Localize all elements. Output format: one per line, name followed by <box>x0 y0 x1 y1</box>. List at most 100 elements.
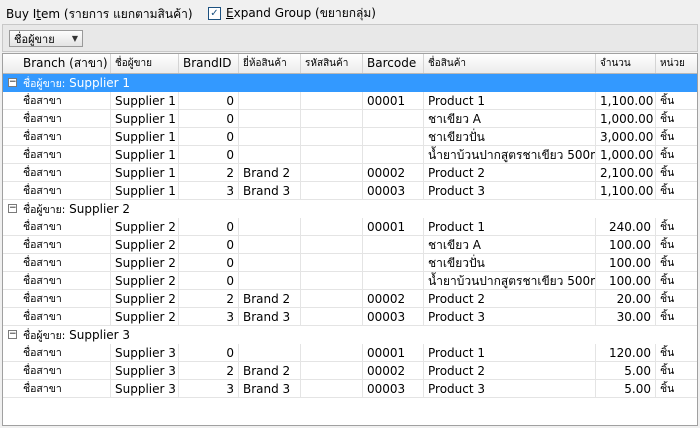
cell-col-product-code <box>301 146 363 164</box>
cell-col-branch: ชื่อสาขา <box>3 164 111 182</box>
cell-col-product-name: ชาเขียว A <box>424 110 596 128</box>
cell-col-product-code <box>301 92 363 110</box>
table-row[interactable]: ชื่อสาขา Supplier 1 0 น้ำยาบ้วนปากสูตรชาเขี… <box>3 146 697 164</box>
cell-col-supplier-name: Supplier 3 <box>111 362 179 380</box>
cell-col-unit: ชิ้น <box>656 164 697 182</box>
cell-col-branch: ชื่อสาขา <box>3 218 111 236</box>
table-row[interactable]: ชื่อสาขา Supplier 3 0 00001 Product 1 120.00 ช… <box>3 344 697 362</box>
cell-col-supplier-name: Supplier 1 <box>111 92 179 110</box>
group-row-label: ชื่อผู้ขาย: Supplier 2 <box>23 202 131 216</box>
table-row[interactable]: ชื่อสาขา Supplier 1 0 ชาเขียว A 1,000.00 ชิ้น <box>3 110 697 128</box>
table-row[interactable]: ชื่อสาขา Supplier 1 0 ชาเขียวปั่น 3,000.00 ชิ… <box>3 128 697 146</box>
cell-col-product-name: Product 3 <box>424 182 596 200</box>
column-header-col-product-name[interactable]: ชื่อสินค้า <box>424 54 596 73</box>
group-by-chip-supplier[interactable]: ชื่อผู้ขาย ▼ <box>9 30 83 47</box>
table-row[interactable]: ชื่อสาขา Supplier 2 3 Brand 3 00003 Product 3… <box>3 308 697 326</box>
cell-col-branch: ชื่อสาขา <box>3 110 111 128</box>
table-row[interactable]: ชื่อสาขา Supplier 2 0 00001 Product 1 240.00 ช… <box>3 218 697 236</box>
expand-group-checkbox[interactable]: ✓ Expand Group (ขยายกลุ่ม) <box>208 4 376 23</box>
group-row[interactable]: − ชื่อผู้ขาย: Supplier 1 <box>3 74 697 92</box>
table-row[interactable]: ชื่อสาขา Supplier 1 2 Brand 2 00002 Product 2… <box>3 164 697 182</box>
cell-col-product-code <box>301 362 363 380</box>
cell-col-barcode <box>363 254 424 272</box>
cell-col-unit: ชิ้น <box>656 380 697 398</box>
table-row[interactable]: ชื่อสาขา Supplier 2 2 Brand 2 00002 Product 2… <box>3 290 697 308</box>
column-header-col-supplier-name[interactable]: ชื่อผู้ขาย <box>111 54 179 73</box>
cell-col-product-name: Product 1 <box>424 344 596 362</box>
cell-col-barcode: 00001 <box>363 218 424 236</box>
cell-col-unit: ชิ้น <box>656 128 697 146</box>
cell-col-branch: ชื่อสาขา <box>3 290 111 308</box>
group-row-label: ชื่อผู้ขาย: Supplier 3 <box>23 328 131 342</box>
cell-col-unit: ชิ้น <box>656 362 697 380</box>
cell-col-barcode <box>363 146 424 164</box>
cell-col-brand-name: Brand 3 <box>239 308 301 326</box>
cell-col-unit: ชิ้น <box>656 92 697 110</box>
column-header-col-barcode[interactable]: Barcode <box>363 54 424 73</box>
table-row[interactable]: ชื่อสาขา Supplier 2 0 น้ำยาบ้วนปากสูตรชาเขี… <box>3 272 697 290</box>
table-row[interactable]: ชื่อสาขา Supplier 1 3 Brand 3 00003 Product 3… <box>3 182 697 200</box>
cell-col-quantity: 100.00 <box>596 272 656 290</box>
column-header-col-branch[interactable]: Branch (สาขา) <box>3 54 111 73</box>
group-by-panel: ชื่อผู้ขาย ▼ <box>2 24 698 52</box>
column-header-col-brand-id[interactable]: BrandID <box>179 54 239 73</box>
table-row[interactable]: ชื่อสาขา Supplier 3 2 Brand 2 00002 Product 2… <box>3 362 697 380</box>
cell-col-barcode <box>363 236 424 254</box>
cell-col-product-name: Product 3 <box>424 380 596 398</box>
cell-col-product-name: Product 1 <box>424 92 596 110</box>
table-row[interactable]: ชื่อสาขา Supplier 2 0 ชาเขียวปั่น 100.00 ชิ้น <box>3 254 697 272</box>
cell-col-brand-id: 0 <box>179 254 239 272</box>
collapse-icon[interactable]: − <box>8 330 17 339</box>
cell-col-brand-id: 0 <box>179 128 239 146</box>
group-row[interactable]: − ชื่อผู้ขาย: Supplier 3 <box>3 326 697 344</box>
cell-col-brand-id: 2 <box>179 164 239 182</box>
cell-col-barcode <box>363 110 424 128</box>
collapse-icon[interactable]: − <box>8 78 17 87</box>
cell-col-product-name: Product 2 <box>424 290 596 308</box>
cell-col-product-name: น้ำยาบ้วนปากสูตรชาเขียว 500ml <box>424 146 596 164</box>
cell-col-unit: ชิ้น <box>656 254 697 272</box>
column-header-col-brand-name[interactable]: ยี่ห้อสินค้า <box>239 54 301 73</box>
table-row[interactable]: ชื่อสาขา Supplier 1 0 00001 Product 1 1,100.0… <box>3 92 697 110</box>
cell-col-product-code <box>301 236 363 254</box>
cell-col-product-name: ชาเขียว A <box>424 236 596 254</box>
group-row[interactable]: − ชื่อผู้ขาย: Supplier 2 <box>3 200 697 218</box>
cell-col-supplier-name: Supplier 2 <box>111 272 179 290</box>
cell-col-product-code <box>301 254 363 272</box>
cell-col-brand-id: 2 <box>179 362 239 380</box>
cell-col-branch: ชื่อสาขา <box>3 308 111 326</box>
grid-header: Branch (สาขา) ชื่อผู้ขาย BrandID ยี่ห้อสินค… <box>3 54 697 74</box>
cell-col-branch: ชื่อสาขา <box>3 92 111 110</box>
cell-col-supplier-name: Supplier 1 <box>111 110 179 128</box>
checkbox-check-icon[interactable]: ✓ <box>208 7 221 20</box>
cell-col-brand-name <box>239 344 301 362</box>
cell-col-product-name: Product 3 <box>424 308 596 326</box>
cell-col-branch: ชื่อสาขา <box>3 254 111 272</box>
cell-col-unit: ชิ้น <box>656 110 697 128</box>
column-header-col-product-code[interactable]: รหัสสินค้า <box>301 54 363 73</box>
cell-col-brand-id: 3 <box>179 182 239 200</box>
column-header-col-quantity[interactable]: จำนวน <box>596 54 656 73</box>
table-row[interactable]: ชื่อสาขา Supplier 2 0 ชาเขียว A 100.00 ชิ้น <box>3 236 697 254</box>
cell-col-quantity: 3,000.00 <box>596 128 656 146</box>
cell-col-product-code <box>301 164 363 182</box>
cell-col-unit: ชิ้น <box>656 308 697 326</box>
cell-col-brand-name <box>239 272 301 290</box>
cell-col-quantity: 100.00 <box>596 236 656 254</box>
cell-col-supplier-name: Supplier 1 <box>111 182 179 200</box>
cell-col-product-code <box>301 344 363 362</box>
buy-item-title: Buy Item (รายการ แยกตามสินค้า) <box>6 7 193 21</box>
cell-col-product-name: ชาเขียวปั่น <box>424 128 596 146</box>
cell-col-product-code <box>301 218 363 236</box>
cell-col-product-name: Product 2 <box>424 164 596 182</box>
table-row[interactable]: ชื่อสาขา Supplier 3 3 Brand 3 00003 Product 3… <box>3 380 697 398</box>
cell-col-branch: ชื่อสาขา <box>3 362 111 380</box>
cell-col-brand-id: 2 <box>179 290 239 308</box>
cell-col-brand-name <box>239 146 301 164</box>
cell-col-brand-name <box>239 236 301 254</box>
cell-col-product-code <box>301 308 363 326</box>
column-header-col-unit[interactable]: หน่วย <box>656 54 697 73</box>
cell-col-brand-name: Brand 2 <box>239 290 301 308</box>
collapse-icon[interactable]: − <box>8 204 17 213</box>
cell-col-branch: ชื่อสาขา <box>3 380 111 398</box>
